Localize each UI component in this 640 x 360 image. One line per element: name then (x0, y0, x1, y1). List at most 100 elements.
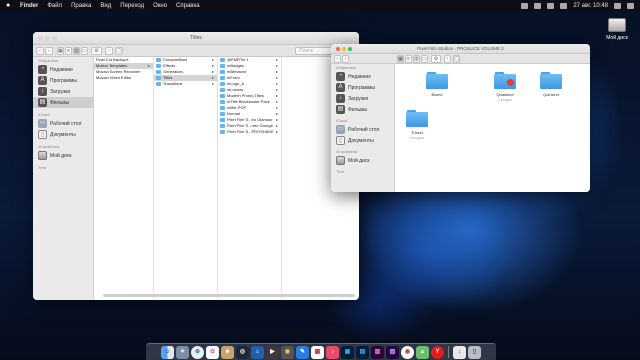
sidebar-item-downloads[interactable]: ↓ Загрузки (33, 86, 93, 97)
status-flag-icon[interactable] (547, 2, 555, 9)
horizontal-scrollbar[interactable] (103, 294, 355, 297)
folder-item[interactable]: Trisect Сегодня (397, 110, 437, 140)
status-battery-icon[interactable] (560, 2, 568, 9)
menu-edit[interactable]: Правка (71, 3, 91, 9)
finder-icon[interactable]: ☺ (161, 345, 174, 359)
sidebar-header-devices: Устройства (38, 144, 59, 149)
share-button[interactable]: ↑ (105, 47, 113, 55)
action-gear-button[interactable]: ⚙ (91, 47, 102, 55)
desktop-icon: ▭ (336, 125, 345, 134)
view-gallery-button[interactable]: ▭ (421, 55, 428, 63)
list-item[interactable]: Movavi Video Editor (94, 75, 153, 81)
sidebar-header-tags: Теги (336, 169, 345, 174)
sidebar-item-movies[interactable]: ▤ Фильмы (331, 104, 394, 115)
item-label: Compositions (163, 57, 188, 62)
folder-icon (220, 87, 225, 92)
view-icons-button[interactable]: ▦ (397, 55, 404, 63)
sidebar-item-label: Недавние (348, 73, 371, 80)
applications-icon: A (38, 76, 47, 85)
item-label: Titles (163, 75, 173, 80)
view-columns-button[interactable]: ▥ (413, 55, 420, 63)
view-icons-button[interactable]: ▦ (57, 47, 64, 55)
safari-icon[interactable]: ⊕ (191, 345, 204, 359)
sidebar-item-recents[interactable]: ◔ Недавние (331, 71, 394, 82)
action-gear-button[interactable]: ⚙ (431, 55, 441, 63)
forward-button[interactable]: › (45, 47, 53, 55)
apple-menu-icon[interactable]: ● (6, 2, 12, 9)
dock-separator (448, 346, 449, 358)
sidebar-item-documents[interactable]: ▯ Документы (331, 135, 394, 146)
yandex-icon[interactable]: Y (431, 345, 444, 359)
item-label: Final Cut Backups (96, 57, 129, 62)
sidebar-header-icloud: iCloud (336, 118, 348, 123)
sidebar-item-downloads[interactable]: ↓ Загрузки (331, 93, 394, 104)
menu-app-finder[interactable]: Finder (20, 3, 38, 9)
sidebar-item-my-disk[interactable]: Мой диск (33, 150, 93, 161)
folder-item[interactable]: Quadsect Сегодня (485, 72, 525, 102)
menu-file[interactable]: Файл (47, 3, 62, 9)
title-bar[interactable]: Titles (33, 32, 359, 45)
folder-icon (540, 72, 562, 89)
finalcut-icon[interactable]: ▶ (266, 345, 279, 359)
calendar-icon[interactable]: ▦ (311, 345, 324, 359)
tag-button[interactable]: ◯ (115, 47, 123, 55)
menu-window[interactable]: Окно (153, 3, 167, 9)
lightroom-icon[interactable]: ▣ (341, 345, 354, 359)
list-item[interactable]: Pixel Film S...PROSHAKE ▸ (218, 129, 281, 135)
spotlight-icon[interactable] (614, 2, 621, 9)
film-icon: ▤ (336, 105, 345, 114)
sidebar-item-recents[interactable]: ◔ Недавние (33, 64, 93, 75)
folder-icon (156, 57, 161, 62)
sidebar-header-icloud: iCloud (38, 112, 50, 117)
list-item[interactable]: Transitions ▸ (154, 81, 217, 87)
notification-center-icon[interactable] (627, 2, 634, 9)
photos-icon[interactable]: ✿ (206, 345, 219, 359)
view-list-button[interactable]: ≡ (65, 47, 72, 55)
sidebar-item-desktop[interactable]: ▭ Рабочий стол (33, 118, 93, 129)
item-label: Generators (163, 69, 184, 74)
sidebar-item-label: Фильмы (348, 106, 368, 113)
trash-icon[interactable]: ▯ (468, 345, 481, 359)
sourcetree-icon[interactable]: ⌂ (251, 345, 264, 359)
folder-icon (220, 111, 225, 116)
motion-icon[interactable]: ◉ (281, 345, 294, 359)
item-label: mBadges (227, 63, 244, 68)
sidebar-item-applications[interactable]: A Программы (33, 75, 93, 86)
sidebar-item-desktop[interactable]: ▭ Рабочий стол (331, 124, 394, 135)
view-columns-button[interactable]: ▥ (73, 47, 80, 55)
folder-icon (220, 129, 225, 134)
sidebar-item-documents[interactable]: ▯ Документы (33, 129, 93, 140)
tag-button[interactable]: ◯ (453, 55, 460, 63)
title-bar[interactable]: Pixel Film Studios - PROSLICE VOLUME 2 (331, 44, 590, 54)
folder-item[interactable]: Bisect (417, 72, 457, 97)
folder-item[interactable]: Quinsect (531, 72, 571, 97)
status-volume-icon[interactable] (534, 2, 542, 9)
menu-go[interactable]: Переход (120, 3, 144, 9)
launchpad-icon[interactable]: ✦ (176, 345, 189, 359)
sidebar-item-my-disk[interactable]: Мой диск (331, 155, 394, 166)
aftereffects-icon[interactable]: ▧ (386, 345, 399, 359)
premiere-icon[interactable]: ▥ (371, 345, 384, 359)
steam-icon[interactable]: ◎ (236, 345, 249, 359)
status-wifi-icon[interactable] (521, 2, 529, 9)
forward-button[interactable]: › (342, 55, 349, 63)
contacts-icon[interactable]: ☻ (221, 345, 234, 359)
menubar-clock[interactable]: 27 авг. 10:48 (573, 3, 608, 9)
sidebar-item-movies[interactable]: ▤ Фильмы (33, 97, 93, 108)
menu-view[interactable]: Вид (100, 3, 111, 9)
chrome-icon[interactable]: ◉ (401, 345, 414, 359)
desktop-drive[interactable]: Мой диск (600, 18, 634, 41)
menu-help[interactable]: Справка (176, 3, 200, 9)
photoshop-icon[interactable]: ▤ (356, 345, 369, 359)
applications-icon: A (336, 83, 345, 92)
back-button[interactable]: ‹ (334, 55, 341, 63)
view-gallery-button[interactable]: ▭ (81, 47, 88, 55)
downloads-icon[interactable]: ↓ (453, 345, 466, 359)
sidebar-item-applications[interactable]: A Программы (331, 82, 394, 93)
maps-icon[interactable]: ▲ (416, 345, 429, 359)
view-list-button[interactable]: ≡ (405, 55, 412, 63)
share-button[interactable]: ↑ (444, 55, 451, 63)
back-button[interactable]: ‹ (36, 47, 44, 55)
paint-icon[interactable]: ✎ (296, 345, 309, 359)
music-icon[interactable]: ♪ (326, 345, 339, 359)
